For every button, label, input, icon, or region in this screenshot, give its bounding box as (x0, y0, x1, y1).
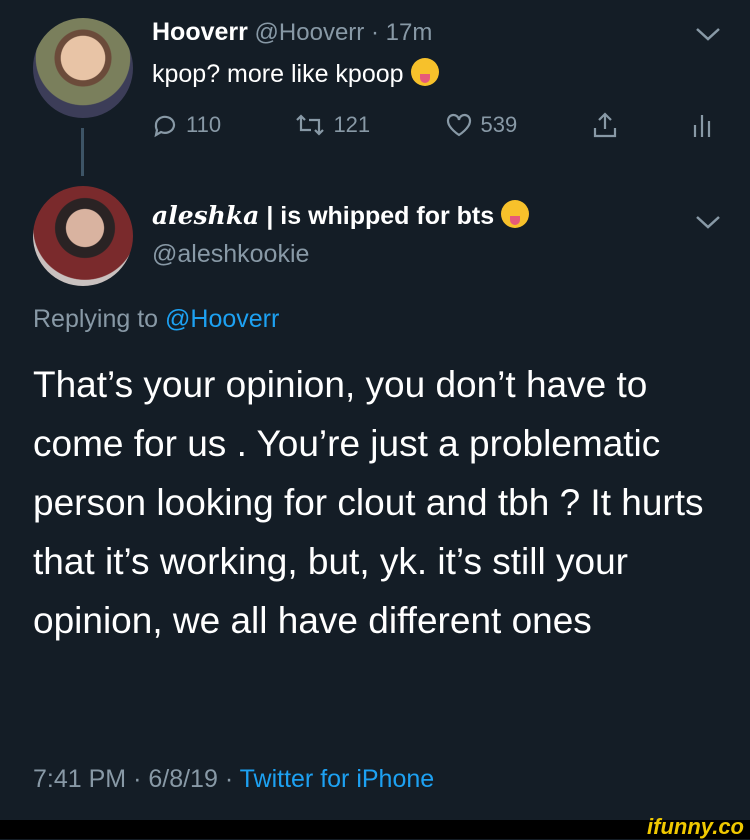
replying-to: Replying to @Hooverr (33, 305, 279, 334)
tweet-time: 17m (385, 19, 433, 46)
tongue-out-emoji-icon (501, 200, 530, 228)
analytics-button[interactable] (692, 111, 712, 139)
author-name-rest[interactable]: | is whipped for bts (266, 202, 494, 230)
heart-icon (446, 113, 471, 137)
replying-prefix: Replying to (33, 305, 159, 333)
reply-button[interactable]: 110 (152, 112, 221, 138)
replying-handle-link[interactable]: @Hooverr (165, 305, 279, 333)
tweet-date: 6/8/19 (148, 765, 218, 793)
like-button[interactable]: 539 (445, 112, 518, 138)
author-handle[interactable]: @Hooverr (255, 19, 365, 46)
reply-icon (154, 115, 176, 138)
analytics-icon (693, 115, 711, 137)
tweet-text: kpop? more like kpoop (152, 58, 439, 89)
separator-dot: · (133, 765, 142, 793)
tweet-meta: 7:41 PM · 6/8/19 · Twitter for iPhone (33, 765, 434, 794)
share-button[interactable] (592, 111, 618, 139)
avatar-aleshkookie[interactable] (33, 186, 133, 286)
retweet-icon (296, 114, 325, 136)
share-icon (593, 112, 616, 138)
avatar-hooverr[interactable] (33, 18, 133, 118)
retweet-count: 121 (333, 112, 371, 137)
reply-author-handle[interactable]: @aleshkookie (152, 240, 309, 269)
tweet-header: Hooverr @Hooverr · 17m (152, 18, 432, 47)
watermark-bar (0, 820, 750, 839)
chevron-down-icon[interactable] (695, 26, 721, 42)
author-name[interactable]: Hooverr (152, 18, 248, 46)
retweet-button[interactable]: 121 (295, 112, 370, 138)
ifunny-watermark: ifunny.co (647, 814, 744, 839)
thread-connector (81, 128, 84, 176)
separator-dot: · (370, 19, 379, 46)
action-bar: 110 121 539 (152, 108, 712, 142)
tweet-timestamp: 7:41 PM (33, 765, 127, 793)
tweet-text-content: kpop? more like kpoop (152, 60, 404, 88)
separator-dot: · (224, 765, 234, 793)
reply-author-header: aleshka | is whipped for bts (152, 200, 530, 231)
author-name-styled[interactable]: aleshka (152, 201, 259, 230)
reply-count: 110 (186, 112, 222, 137)
chevron-down-icon[interactable] (695, 214, 721, 230)
rofl-emoji-icon (410, 58, 439, 86)
reply-tweet-text: That’s your opinion, you don’t have to c… (33, 364, 704, 641)
tweet-source-link[interactable]: Twitter for iPhone (240, 765, 435, 793)
like-count: 539 (480, 112, 518, 137)
